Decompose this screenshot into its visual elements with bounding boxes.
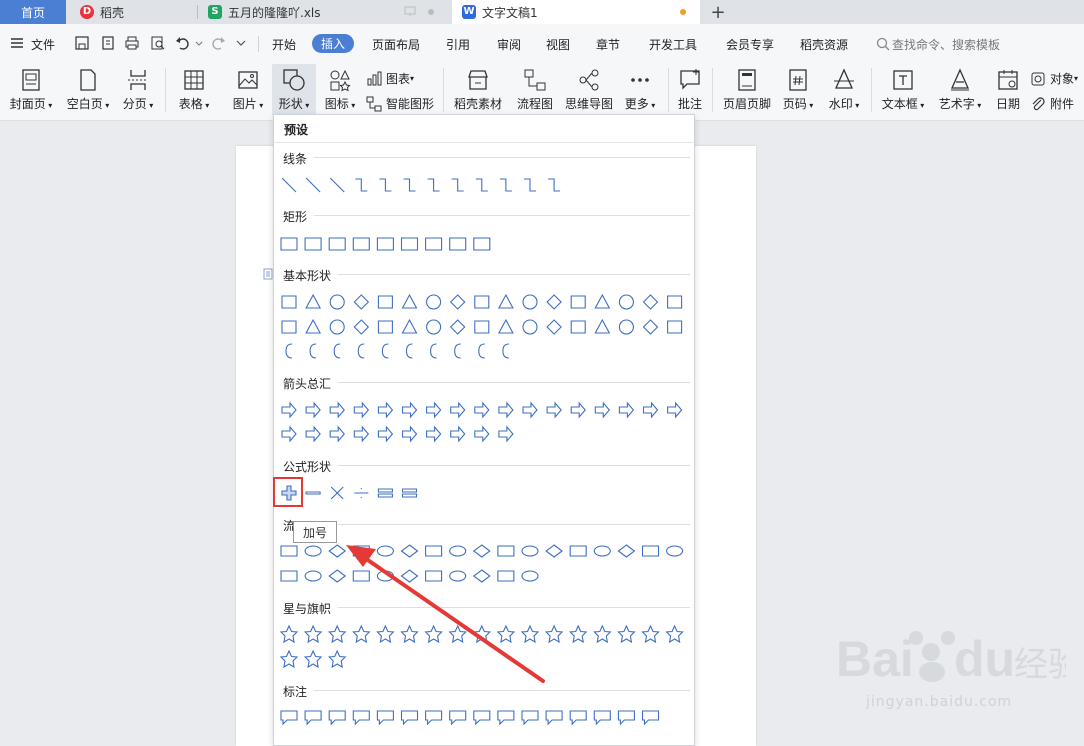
svg-text:经验: 经验 [1014, 645, 1066, 685]
watermark-url: jingyan.baidu.com [866, 694, 1013, 710]
baidu-paw-logo: Bai du 经验 [836, 631, 1082, 687]
svg-text:Bai: Bai [836, 631, 914, 687]
baidu-watermark: Bai du 经验 [836, 622, 1082, 695]
svg-text:du: du [954, 631, 1015, 687]
